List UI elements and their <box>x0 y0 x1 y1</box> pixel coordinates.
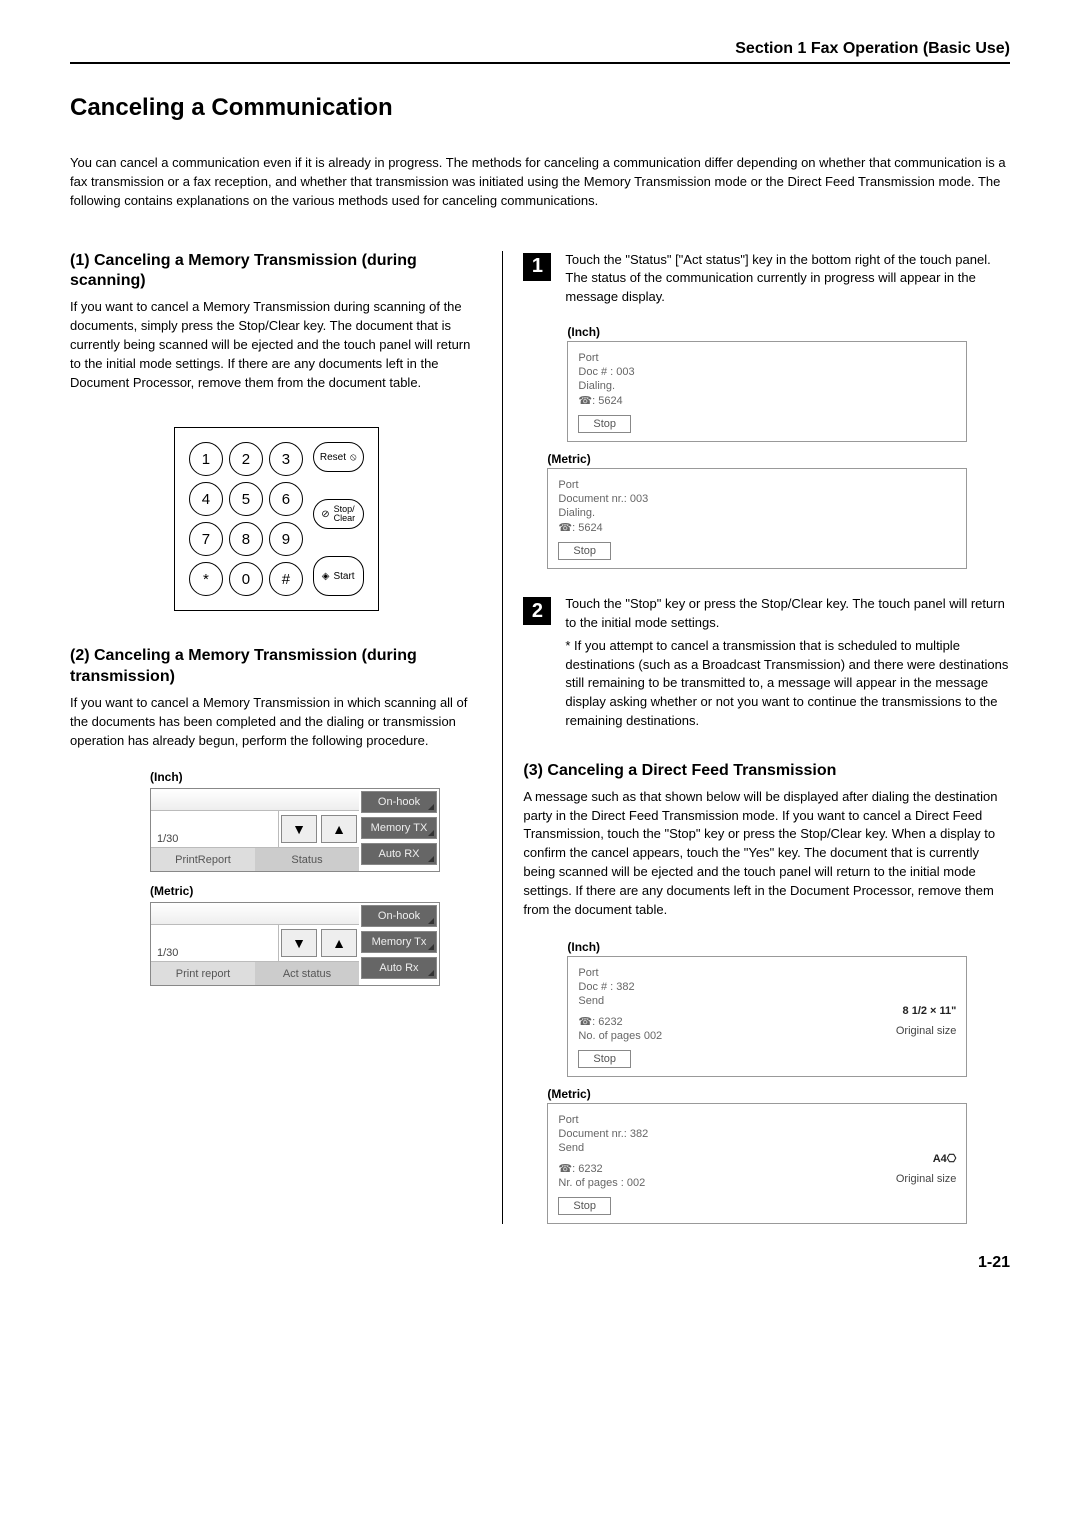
lcd-pages: 1/30 <box>151 811 279 847</box>
on-hook-key: On-hook <box>361 905 437 927</box>
step2-text: Touch the "Stop" key or press the Stop/C… <box>565 595 1010 633</box>
status-key: Status <box>255 847 359 871</box>
step2-note: * If you attempt to cancel a transmissio… <box>565 637 1010 731</box>
down-arrow-icon: ▼ <box>281 929 317 957</box>
step1-text-a: Touch the "Status" ["Act status"] key in… <box>565 251 1010 270</box>
key-3: 3 <box>269 442 303 476</box>
sec2-body: If you want to cancel a Memory Transmiss… <box>70 694 482 751</box>
lcd-metric: 1/30 ▼ ▲ Print report Act status On-hook… <box>150 902 440 986</box>
auto-rx-key: Auto Rx <box>361 957 437 979</box>
reset-key: Reset ⦸ <box>313 442 364 472</box>
panel-port: Port <box>578 352 956 364</box>
metric-label-3: (Metric) <box>547 1087 1010 1101</box>
sec1-body: If you want to cancel a Memory Transmiss… <box>70 298 482 392</box>
down-arrow-icon: ▼ <box>281 815 317 843</box>
step-number-2: 2 <box>523 597 551 625</box>
sec2-heading: (2) Canceling a Memory Transmission (dur… <box>70 646 482 688</box>
lcd-inch: 1/30 ▼ ▲ PrintReport Status On-hook Memo… <box>150 788 440 872</box>
sec3-heading: (3) Canceling a Direct Feed Transmission <box>523 761 1010 782</box>
panel-doc: Doc # : 003 <box>578 366 956 378</box>
stop-clear-key: ⊘ Stop/ Clear <box>313 499 364 529</box>
section-header: Section 1 Fax Operation (Basic Use) <box>70 40 1010 64</box>
key-hash: # <box>269 562 303 596</box>
start-label: Start <box>333 571 354 582</box>
intro-text: You can cancel a communication even if i… <box>70 154 1010 211</box>
act-status-key: Act status <box>255 961 359 985</box>
panel-size-label: Original size <box>896 1025 957 1037</box>
key-7: 7 <box>189 522 223 556</box>
reset-label: Reset <box>320 452 346 463</box>
inch-label-3: (Inch) <box>567 940 1010 954</box>
up-arrow-icon: ▲ <box>321 815 357 843</box>
metric-label-1: (Metric) <box>150 884 482 898</box>
key-star: * <box>189 562 223 596</box>
panel-size: A4⎔ <box>896 1152 957 1165</box>
panel-phone: ☎: 5624 <box>578 394 956 407</box>
stop-button: Stop <box>558 542 611 560</box>
stop-button: Stop <box>558 1197 611 1215</box>
print-report-key: PrintReport <box>151 847 255 871</box>
step-number-1: 1 <box>523 253 551 281</box>
memory-tx-key: Memory TX <box>361 817 437 839</box>
sec3-body: A message such as that shown below will … <box>523 788 1010 920</box>
up-arrow-icon: ▲ <box>321 929 357 957</box>
auto-rx-key: Auto RX <box>361 843 437 865</box>
status-panel-metric: Port Document nr.: 003 Dialing. ☎: 5624 … <box>547 468 967 569</box>
panel-port: Port <box>558 479 956 491</box>
sec1-heading: (1) Canceling a Memory Transmission (dur… <box>70 251 482 293</box>
key-8: 8 <box>229 522 263 556</box>
page-title: Canceling a Communication <box>70 94 1010 122</box>
panel-phone: ☎: 5624 <box>558 521 956 534</box>
stop-button: Stop <box>578 1050 631 1068</box>
key-2: 2 <box>229 442 263 476</box>
key-6: 6 <box>269 482 303 516</box>
status-panel-inch: Port Doc # : 003 Dialing. ☎: 5624 Stop <box>567 341 967 442</box>
print-report-key: Print report <box>151 961 255 985</box>
stop-button: Stop <box>578 415 631 433</box>
panel-doc: Document nr.: 003 <box>558 493 956 505</box>
send-panel-metric: A4⎔ Original size Port Document nr.: 382… <box>547 1103 967 1224</box>
inch-label-2: (Inch) <box>567 325 1010 339</box>
on-hook-key: On-hook <box>361 791 437 813</box>
start-key: ◈Start <box>313 556 364 596</box>
panel-dialing: Dialing. <box>558 507 956 519</box>
step1-text-b: The status of the communication currentl… <box>565 269 1010 307</box>
stop-clear-icon: ⊘ <box>321 509 329 520</box>
key-5: 5 <box>229 482 263 516</box>
right-column: 1 Touch the "Status" ["Act status"] key … <box>502 251 1010 1224</box>
send-panel-inch: 8 1/2 × 11" Original size Port Doc # : 3… <box>567 956 967 1077</box>
metric-label-2: (Metric) <box>547 452 1010 466</box>
panel-size-label: Original size <box>896 1173 957 1185</box>
panel-dialing: Dialing. <box>578 380 956 392</box>
key-4: 4 <box>189 482 223 516</box>
keypad-illustration: 1 2 3 4 5 6 7 8 9 * 0 # Reset ⦸ ⊘ Stop/ Cl… <box>174 427 379 611</box>
inch-label-1: (Inch) <box>150 770 482 784</box>
key-1: 1 <box>189 442 223 476</box>
reset-icon: ⦸ <box>350 452 357 463</box>
lcd-pages-m: 1/30 <box>151 925 279 961</box>
left-column: (1) Canceling a Memory Transmission (dur… <box>70 251 502 1224</box>
stop-clear-label: Stop/ Clear <box>334 505 356 523</box>
page-number: 1-21 <box>70 1254 1010 1272</box>
key-9: 9 <box>269 522 303 556</box>
start-icon: ◈ <box>322 571 330 582</box>
panel-size: 8 1/2 × 11" <box>896 1005 957 1017</box>
memory-tx-key: Memory Tx <box>361 931 437 953</box>
key-0: 0 <box>229 562 263 596</box>
